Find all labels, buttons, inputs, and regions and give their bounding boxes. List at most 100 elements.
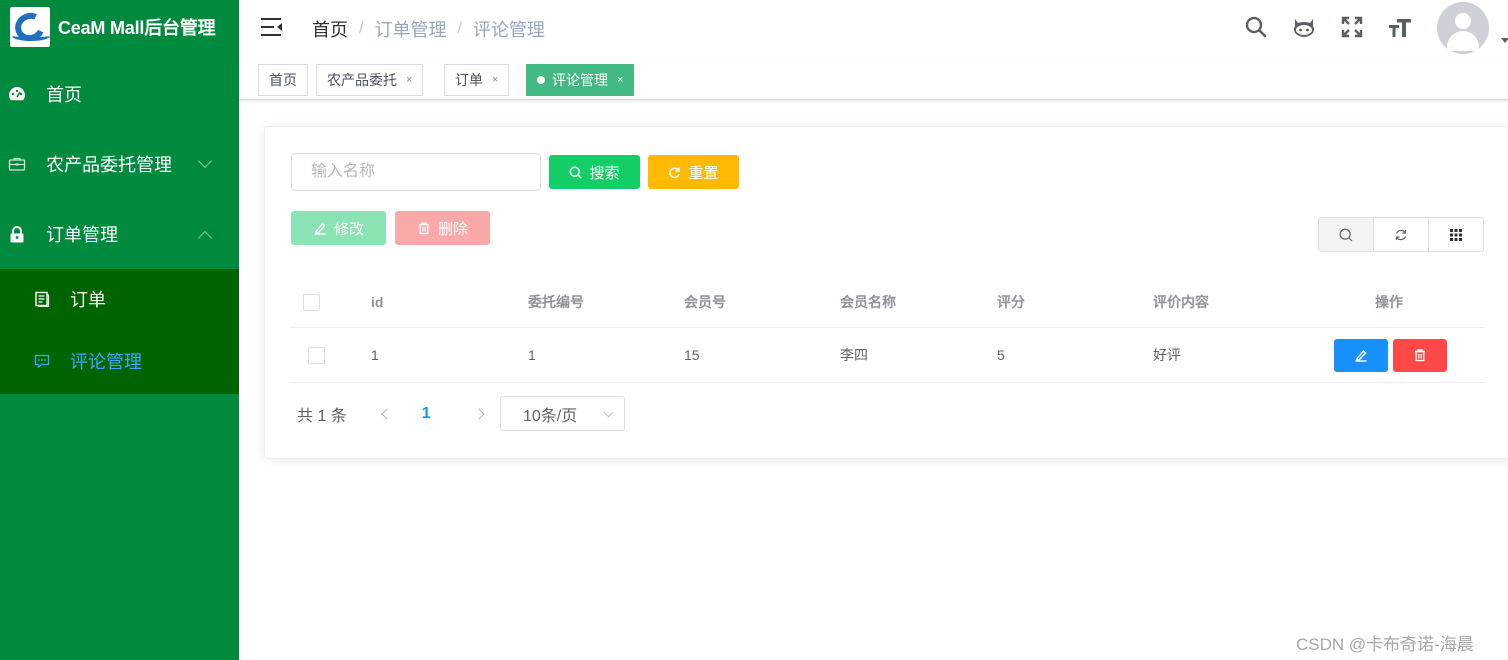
tag-commission[interactable]: 农产品委托 × [316, 64, 424, 96]
page-number-current[interactable]: 1 [422, 405, 431, 423]
breadcrumb-separator: / [359, 20, 364, 37]
breadcrumb-item-comments: 评论管理 [472, 20, 545, 40]
sidebar-item-label: 农产品委托管理 [46, 155, 172, 175]
search-icon [569, 166, 583, 179]
sidebar-item-label: 评论管理 [70, 352, 142, 372]
cell-id: 1 [371, 347, 379, 363]
toggle-search-button[interactable] [1319, 218, 1374, 251]
edit-button[interactable]: 修改 [291, 211, 386, 245]
search-input[interactable] [291, 153, 541, 191]
chevron-left-icon [381, 407, 393, 420]
navbar: 首页 / 订单管理 / 评论管理 [239, 0, 1508, 58]
delete-button-label: 删除 [437, 220, 468, 238]
refresh-button[interactable] [1374, 218, 1429, 251]
column-header-member-no[interactable]: 会员号 [684, 277, 726, 327]
chevron-down-icon [197, 153, 213, 169]
breadcrumb: 首页 / 订单管理 / 评论管理 [312, 16, 545, 42]
column-header-member-name[interactable]: 会员名称 [840, 277, 896, 327]
table-row[interactable]: 1 1 15 李四 5 好评 [290, 328, 1484, 383]
logo[interactable]: CeaM Mall后台管理 [10, 6, 216, 48]
tag-order[interactable]: 订单 × [444, 64, 510, 96]
github-icon[interactable] [1291, 14, 1317, 40]
breadcrumb-item-home[interactable]: 首页 [312, 16, 348, 42]
search-icon[interactable] [1243, 14, 1269, 40]
submenu-orders: 订单 评论管理 [0, 269, 239, 394]
pagination: 共 1 条 1 10条/页 [297, 396, 625, 431]
sidebar-item-label: 订单管理 [46, 225, 118, 245]
avatar[interactable] [1437, 2, 1489, 54]
chevron-down-icon [603, 407, 614, 418]
chevron-up-icon [197, 230, 213, 246]
column-header-id[interactable]: id [371, 277, 383, 327]
data-table: id 委托编号 会员号 会员名称 评分 评价内容 操作 1 1 15 李四 5 … [290, 277, 1484, 383]
content-card: 搜索 重置 修改 删除 id 委托编号 [264, 126, 1508, 459]
select-all-checkbox[interactable] [303, 277, 320, 327]
lock-icon [8, 225, 26, 243]
next-page-button[interactable] [469, 404, 489, 424]
logo-icon [10, 7, 50, 47]
tag-label: 订单 [455, 72, 483, 88]
column-header-score[interactable]: 评分 [997, 277, 1025, 327]
delete-button[interactable]: 删除 [395, 211, 490, 245]
table-header: id 委托编号 会员号 会员名称 评分 评价内容 操作 [290, 277, 1484, 328]
sidebar-item-comments[interactable]: 评论管理 [0, 331, 239, 391]
breadcrumb-separator: / [457, 20, 462, 37]
dashboard-icon [8, 85, 26, 103]
grid-icon [1450, 228, 1462, 241]
breadcrumb-item-orders: 订单管理 [374, 20, 447, 40]
refresh-icon [668, 166, 681, 179]
watermark: CSDN @卡布奇诺-海晨 [1296, 635, 1474, 654]
close-icon[interactable]: × [492, 74, 498, 86]
close-icon[interactable]: × [406, 74, 412, 86]
message-icon [34, 353, 50, 369]
sidebar-item-commission[interactable]: 农产品委托管理 [0, 136, 239, 192]
cell-content: 好评 [1153, 347, 1181, 363]
close-icon[interactable]: × [617, 74, 623, 86]
trash-icon [417, 221, 431, 235]
reset-button[interactable]: 重置 [648, 155, 739, 189]
sidebar-item-label: 首页 [46, 85, 82, 105]
row-edit-button[interactable] [1334, 338, 1388, 372]
column-header-commission-no[interactable]: 委托编号 [528, 277, 584, 327]
search-button-label: 搜索 [589, 164, 620, 182]
font-size-icon[interactable] [1387, 14, 1413, 40]
cell-member-no: 15 [684, 347, 700, 363]
prev-page-button[interactable] [377, 404, 397, 424]
edit-icon [313, 221, 327, 235]
cell-commission-no: 1 [528, 347, 536, 363]
tag-home[interactable]: 首页 [258, 64, 308, 96]
edit-icon [1355, 349, 1367, 362]
column-header-content[interactable]: 评价内容 [1153, 277, 1209, 327]
document-icon [34, 291, 50, 308]
reset-button-label: 重置 [688, 164, 719, 182]
cell-member-name: 李四 [840, 347, 868, 363]
search-icon [1339, 228, 1353, 241]
app-title: CeaM Mall后台管理 [58, 18, 216, 38]
active-dot-icon [537, 76, 545, 84]
table-toolbar [1318, 217, 1484, 252]
row-checkbox[interactable] [308, 328, 325, 382]
cell-score: 5 [997, 347, 1005, 363]
sidebar: CeaM Mall后台管理 首页 农产品委托管理 订单管理 订单 评论管理 [0, 0, 239, 660]
row-delete-button[interactable] [1393, 338, 1447, 372]
fullscreen-icon[interactable] [1339, 14, 1365, 40]
pagination-total: 共 1 条 [297, 407, 347, 425]
sidebar-item-order[interactable]: 订单 [0, 269, 239, 329]
tag-comments[interactable]: 评论管理 × [526, 64, 635, 96]
page-size-value: 10条/页 [523, 407, 578, 425]
tag-label: 首页 [269, 72, 297, 88]
columns-button[interactable] [1429, 218, 1483, 251]
chevron-right-icon [473, 407, 485, 420]
cell-actions [1334, 328, 1452, 382]
edit-button-label: 修改 [333, 220, 364, 238]
tag-label: 农产品委托 [327, 72, 397, 88]
briefcase-icon [8, 155, 26, 173]
refresh-icon [1395, 229, 1407, 240]
tags-view: 首页 农产品委托 × 订单 × 评论管理 × [239, 58, 1508, 100]
sidebar-item-orders[interactable]: 订单管理 [0, 206, 239, 262]
caret-down-icon[interactable] [1501, 38, 1508, 43]
hamburger-icon[interactable] [261, 18, 282, 36]
page-size-select[interactable]: 10条/页 [500, 396, 625, 431]
search-button[interactable]: 搜索 [549, 155, 640, 189]
sidebar-item-home[interactable]: 首页 [0, 66, 239, 122]
